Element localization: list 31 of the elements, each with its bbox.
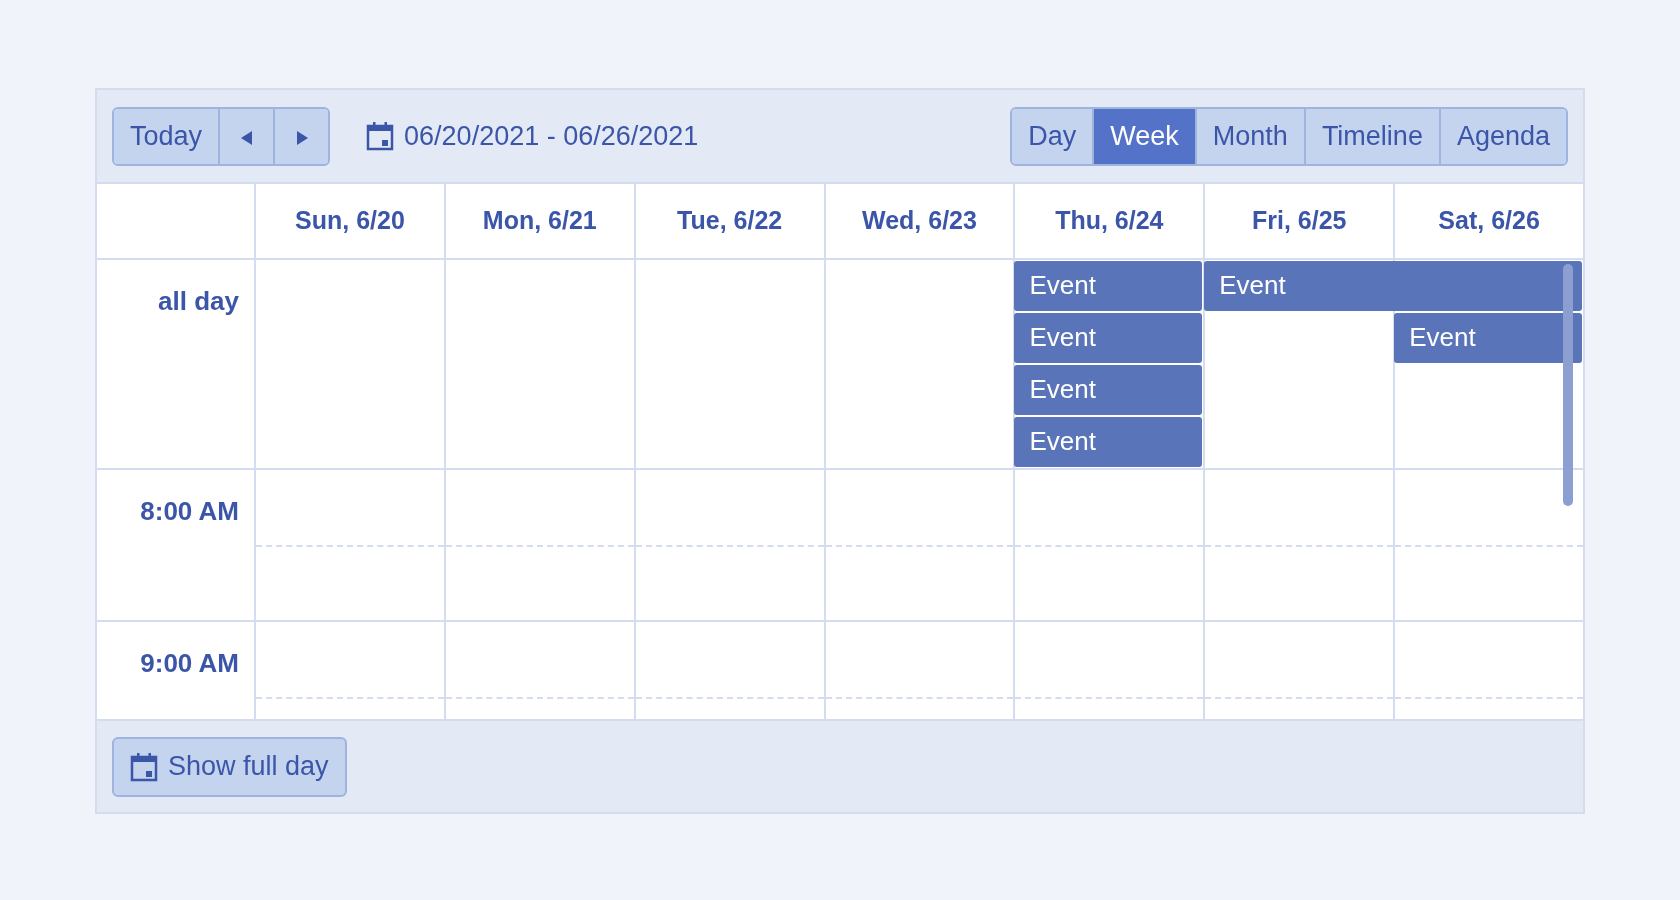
event[interactable]: Event <box>1014 417 1203 467</box>
show-full-day-button[interactable]: Show full day <box>112 736 347 797</box>
calendar-icon <box>130 751 158 782</box>
event[interactable]: Event <box>1014 313 1203 363</box>
view-tab[interactable]: Day <box>1012 108 1093 164</box>
event[interactable]: Event <box>1014 261 1203 311</box>
view-tab[interactable]: Agenda <box>1438 108 1566 164</box>
event[interactable]: Event <box>1014 365 1203 415</box>
day-header: Thu, 6/24 <box>1055 205 1164 237</box>
day-header: Sat, 6/26 <box>1438 205 1540 237</box>
previous-button[interactable] <box>218 108 274 164</box>
day-header: Tue, 6/22 <box>677 205 783 237</box>
event[interactable]: Event <box>1204 261 1582 311</box>
event[interactable]: Event <box>1394 313 1582 363</box>
left-triangle-icon <box>240 130 253 145</box>
day-header: Wed, 6/23 <box>862 205 977 237</box>
date-range: 06/20/2021 - 06/26/2021 <box>404 119 699 153</box>
next-button[interactable] <box>273 108 329 164</box>
scrollbar[interactable] <box>1563 264 1573 506</box>
today-button[interactable]: Today <box>114 108 219 164</box>
time-label: 9:00 AM <box>140 648 239 678</box>
right-triangle-icon <box>295 130 308 145</box>
view-tab[interactable]: Timeline <box>1303 108 1439 164</box>
time-label: 8:00 AM <box>140 496 239 526</box>
view-tab[interactable]: Month <box>1194 108 1304 164</box>
all-day-label: all day <box>158 286 239 316</box>
day-header: Sun, 6/20 <box>295 205 405 237</box>
day-header: Fri, 6/25 <box>1251 205 1347 237</box>
day-header: Mon, 6/21 <box>482 205 597 237</box>
calendar-icon <box>366 121 395 151</box>
view-tab[interactable]: Week <box>1092 108 1195 164</box>
